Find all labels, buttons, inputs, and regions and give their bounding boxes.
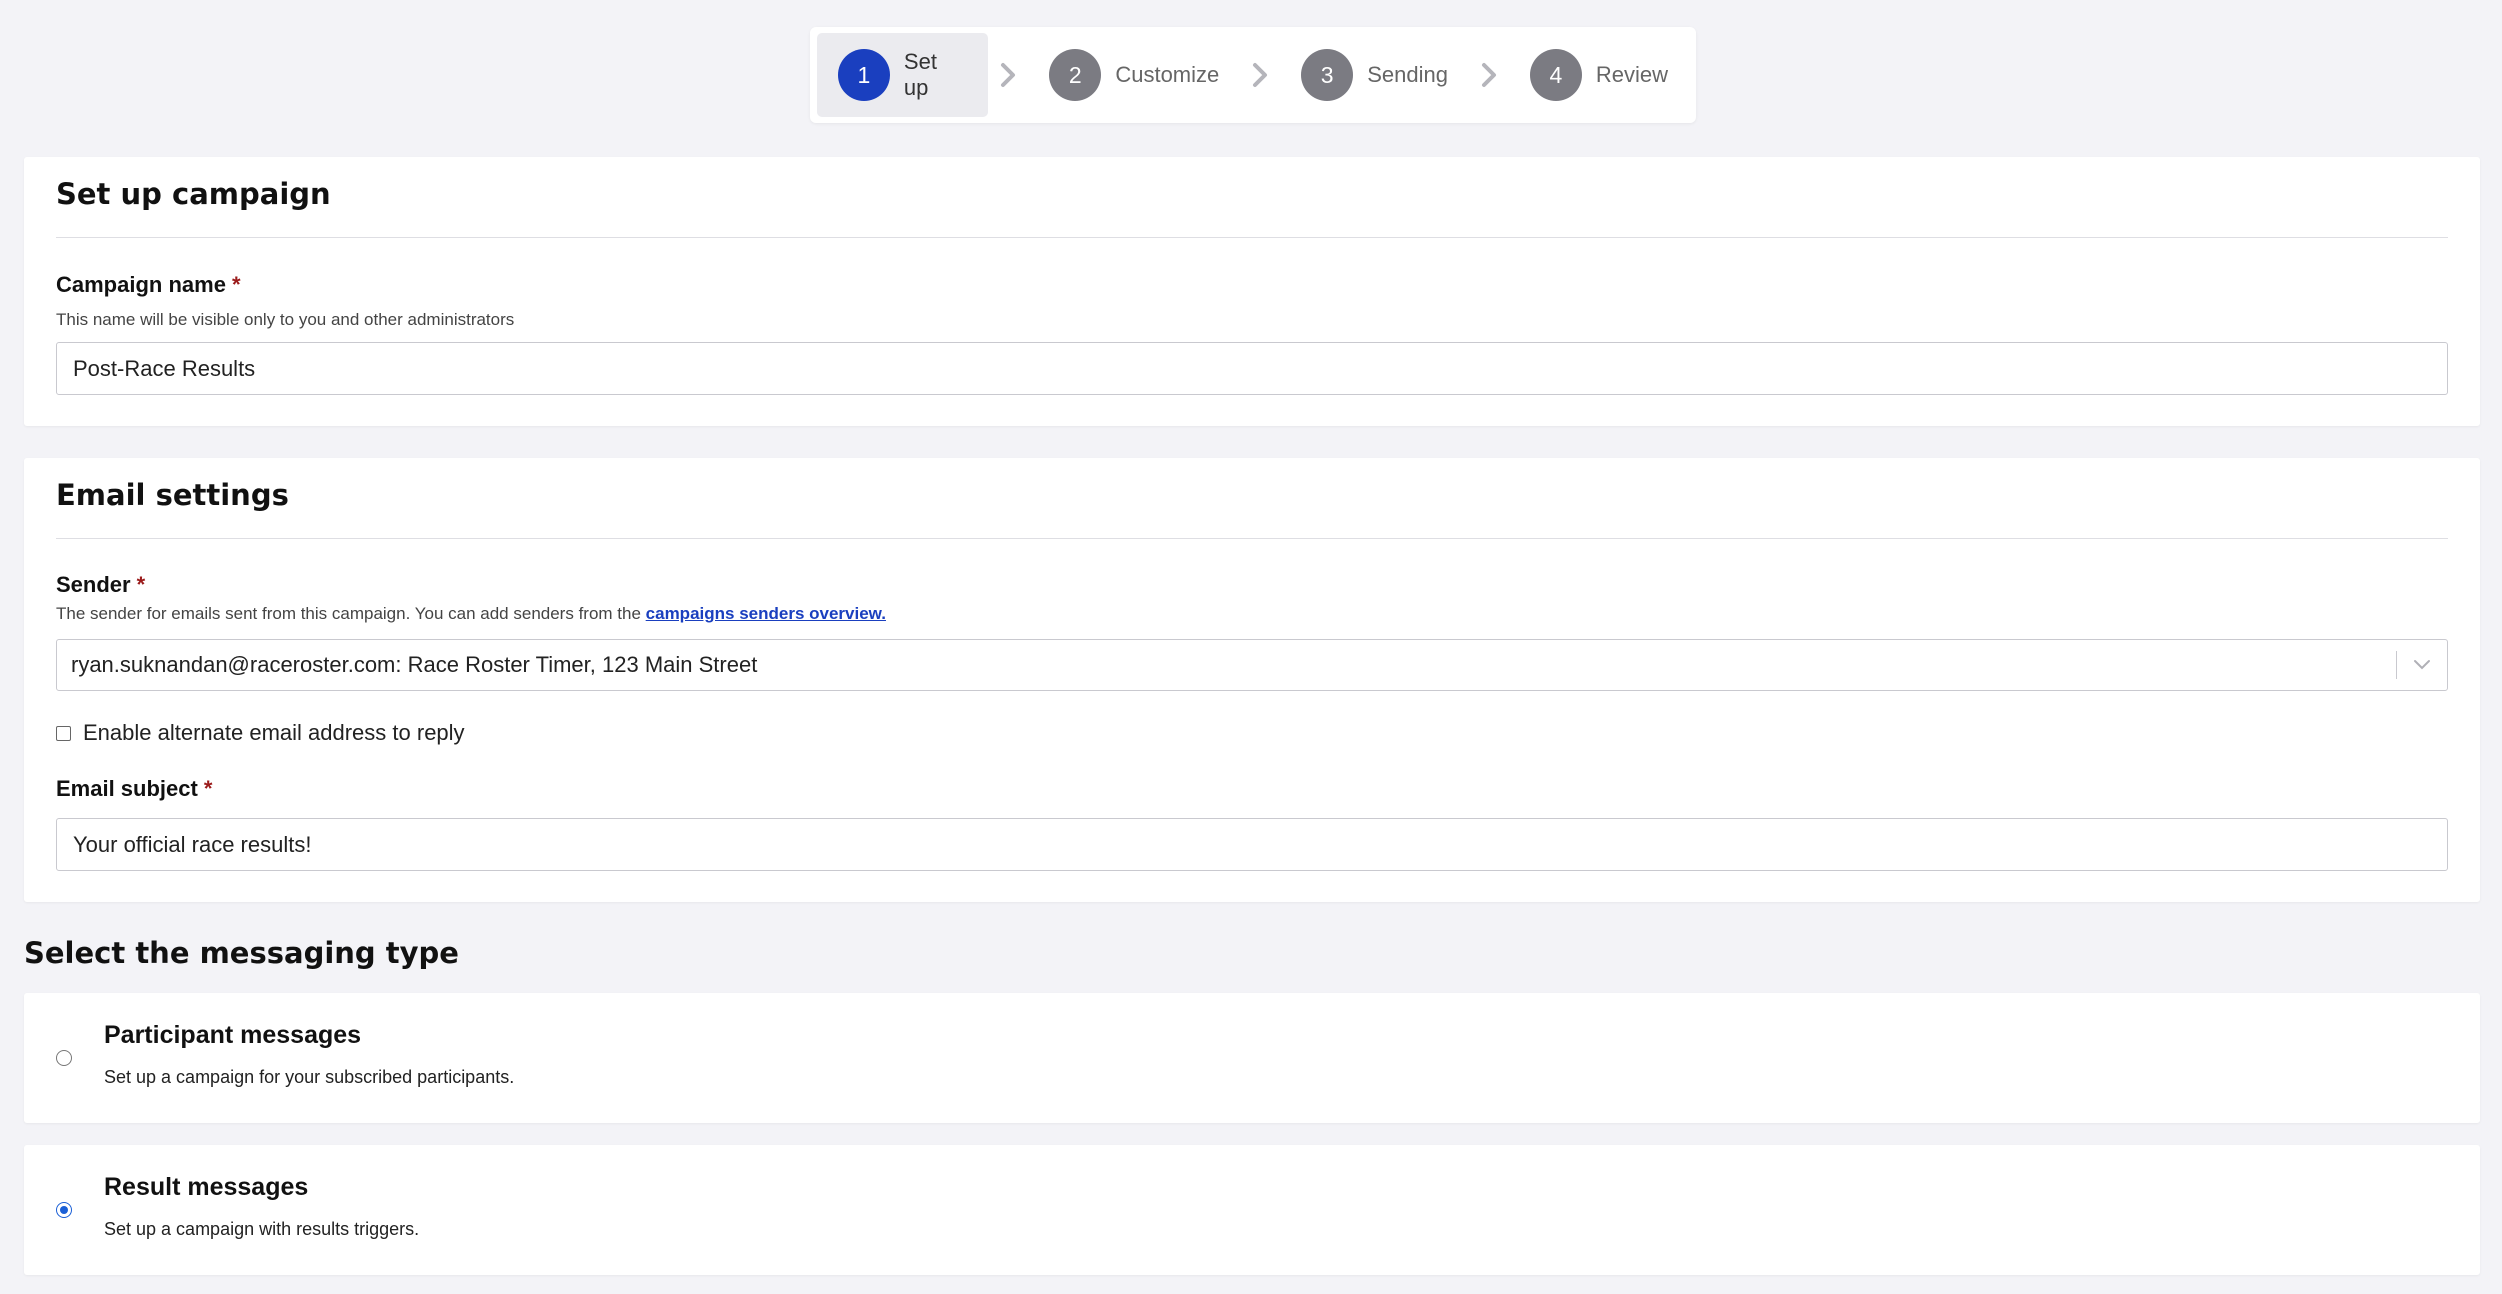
required-marker: *	[203, 776, 213, 801]
campaign-name-input[interactable]: Post-Race Results	[56, 342, 2448, 395]
required-marker: *	[136, 572, 146, 597]
chevron-right-icon	[988, 62, 1028, 88]
step-label: Customize	[1115, 62, 1220, 87]
divider	[56, 237, 2448, 238]
participant-messages-option[interactable]: Participant messages Set up a campaign f…	[24, 993, 2480, 1123]
progress-stepper: 1 Set up 2 Customize 3 Sending 4 Review	[810, 27, 1696, 123]
step-sending[interactable]: 3 Sending	[1280, 33, 1469, 117]
chevron-right-icon	[1469, 62, 1509, 88]
select-value: ryan.suknandan@raceroster.com: Race Rost…	[71, 652, 758, 677]
email-settings-card: Email settings Sender * The sender for em…	[24, 458, 2480, 902]
step-label: Sending	[1367, 62, 1448, 87]
card-title: Set up campaign	[56, 177, 331, 211]
required-marker: *	[231, 272, 241, 297]
input-value: Post-Race Results	[73, 355, 256, 381]
input-value: Your official race results!	[73, 831, 312, 857]
card-title: Email settings	[56, 478, 289, 512]
step-set-up[interactable]: 1 Set up	[817, 33, 989, 117]
chevron-right-icon	[1240, 62, 1280, 88]
campaigns-senders-overview-link[interactable]: campaigns senders overview.	[646, 604, 886, 623]
alternate-reply-label[interactable]: Enable alternate email address to reply	[83, 720, 465, 746]
step-customize[interactable]: 2 Customize	[1028, 33, 1240, 117]
option-description: Set up a campaign for your subscribed pa…	[104, 1067, 515, 1087]
campaign-name-label: Campaign name *	[56, 272, 241, 298]
messaging-type-heading: Select the messaging type	[24, 936, 459, 970]
result-messages-option[interactable]: Result messages Set up a campaign with r…	[24, 1145, 2480, 1275]
campaign-name-help: This name will be visible only to you an…	[56, 310, 515, 329]
setup-campaign-card: Set up campaign Campaign name * This name…	[24, 157, 2480, 426]
step-label: Set up	[903, 49, 937, 100]
sender-help: The sender for emails sent from this cam…	[56, 604, 886, 624]
option-description: Set up a campaign with results triggers.	[104, 1219, 420, 1239]
label-text: Email subject	[56, 776, 198, 801]
label-text: Sender	[56, 572, 131, 597]
step-label: Review	[1595, 62, 1669, 87]
step-number: 3	[1301, 49, 1354, 101]
help-text: The sender for emails sent from this cam…	[56, 604, 646, 623]
alternate-reply-checkbox[interactable]	[56, 725, 71, 741]
alternate-reply-row[interactable]: Enable alternate email address to reply	[56, 720, 465, 746]
email-subject-label: Email subject *	[56, 776, 212, 802]
option-title: Result messages	[104, 1173, 309, 1201]
sender-label: Sender *	[56, 572, 145, 598]
sender-select[interactable]: ryan.suknandan@raceroster.com: Race Rost…	[56, 639, 2448, 691]
step-number: 4	[1529, 49, 1582, 101]
step-review[interactable]: 4 Review	[1509, 33, 1689, 117]
email-subject-input[interactable]: Your official race results!	[56, 818, 2448, 871]
participant-messages-radio[interactable]	[56, 1050, 72, 1066]
step-number: 1	[838, 49, 890, 101]
chevron-down-icon[interactable]	[2397, 659, 2447, 671]
divider	[56, 538, 2448, 539]
step-number: 2	[1049, 49, 1102, 101]
label-text: Campaign name	[56, 272, 226, 297]
result-messages-radio[interactable]	[56, 1202, 72, 1218]
option-title: Participant messages	[104, 1021, 362, 1049]
